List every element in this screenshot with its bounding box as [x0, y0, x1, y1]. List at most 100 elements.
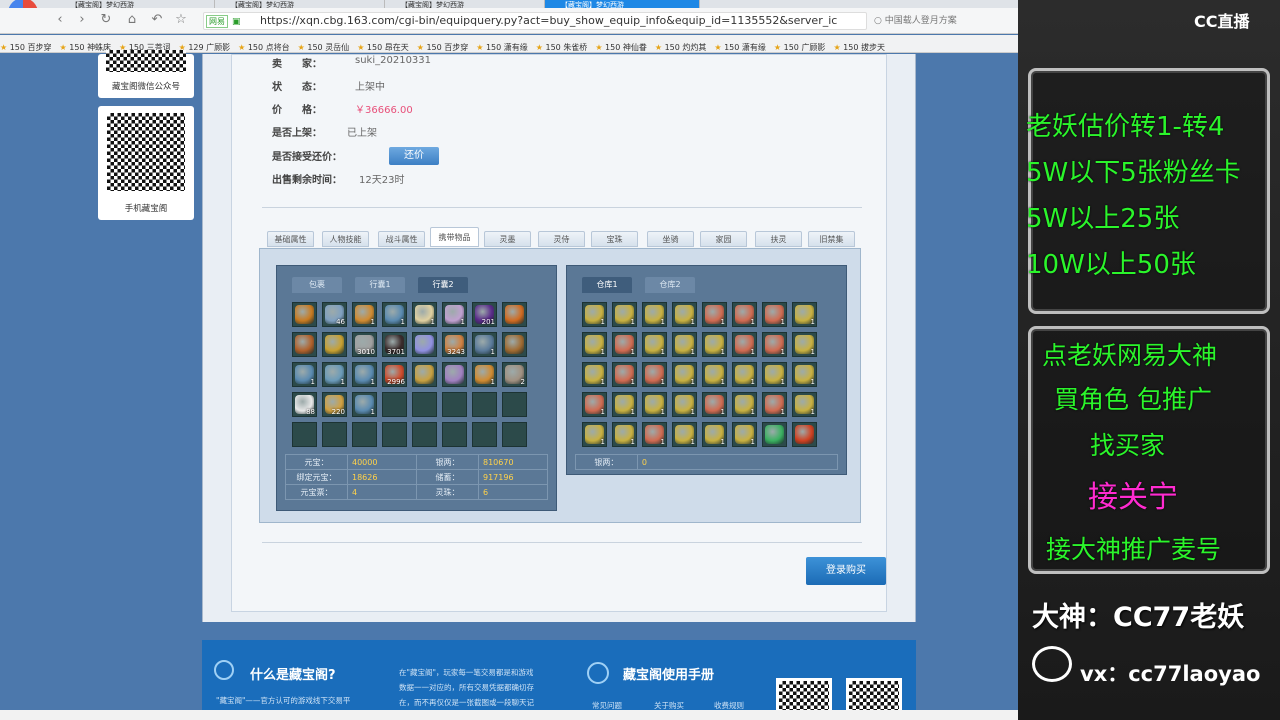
bag-slot[interactable]: 220	[322, 392, 347, 417]
forward-icon[interactable]: ›	[74, 12, 90, 28]
bookmark-item[interactable]: ★ 150 灼灼其	[655, 39, 707, 52]
warehouse-slot[interactable]: 1	[672, 422, 697, 447]
warehouse-slot[interactable]: 1	[702, 422, 727, 447]
bag-slot[interactable]: 88	[292, 392, 317, 417]
bookmark-item[interactable]: ★ 150 潇有缘	[714, 39, 766, 52]
bag-slot[interactable]	[412, 362, 437, 387]
tab-8[interactable]: 家园	[700, 231, 747, 247]
bag-slot[interactable]	[412, 392, 437, 417]
warehouse-slot[interactable]	[792, 422, 817, 447]
bookmark-item[interactable]: ★ 150 神蛛床	[60, 39, 112, 52]
bag-slot[interactable]	[442, 422, 467, 447]
browser-tab-active[interactable]: 【藏宝阁】梦幻西游	[545, 0, 700, 8]
bag-slot[interactable]: 3701	[382, 332, 407, 357]
bag-subtab[interactable]: 行囊1	[355, 277, 405, 293]
bag-slot[interactable]	[322, 332, 347, 357]
undo-icon[interactable]: ↶	[149, 12, 165, 28]
bag-slot[interactable]	[502, 332, 527, 357]
bag-slot[interactable]	[382, 392, 407, 417]
bookmark-item[interactable]: ★ 129 广顾影	[179, 39, 231, 52]
bag-slot[interactable]: 1	[292, 362, 317, 387]
url-input[interactable]: https://xqn.cbg.163.com/cgi-bin/equipque…	[203, 12, 867, 30]
bag-slot[interactable]: 201	[472, 302, 497, 327]
warehouse-slot[interactable]: 1	[732, 302, 757, 327]
bookmark-item[interactable]: ★ 150 神仙眷	[595, 39, 647, 52]
tab-7[interactable]: 坐骑	[647, 231, 694, 247]
bag-slot[interactable]	[322, 422, 347, 447]
bag-slot[interactable]	[382, 422, 407, 447]
warehouse-slot[interactable]: 1	[702, 302, 727, 327]
warehouse-slot[interactable]: 1	[792, 332, 817, 357]
home-icon[interactable]: ⌂	[124, 12, 140, 28]
reload-icon[interactable]: ↻	[98, 12, 114, 28]
bag-slot[interactable]	[292, 332, 317, 357]
bag-slot[interactable]	[502, 392, 527, 417]
warehouse-slot[interactable]: 1	[582, 302, 607, 327]
bag-slot[interactable]: 2996	[382, 362, 407, 387]
warehouse-slot[interactable]: 1	[672, 302, 697, 327]
bag-slot[interactable]: 1	[472, 362, 497, 387]
warehouse-slot[interactable]: 1	[732, 332, 757, 357]
tab-0[interactable]: 基础属性	[267, 231, 314, 247]
bag-slot[interactable]	[292, 302, 317, 327]
bag-slot[interactable]	[412, 422, 437, 447]
bag-slot[interactable]	[412, 332, 437, 357]
warehouse-slot[interactable]: 1	[612, 302, 637, 327]
bookmark-item[interactable]: ★ 150 广顾影	[774, 39, 826, 52]
warehouse-slot[interactable]: 1	[732, 422, 757, 447]
bag-slot[interactable]	[472, 422, 497, 447]
bargain-button[interactable]: 还价	[389, 147, 439, 165]
warehouse-slot[interactable]: 1	[762, 362, 787, 387]
browser-tab[interactable]: 【藏宝阁】梦幻西游	[385, 0, 545, 8]
bookmark-item[interactable]: ★ 150 拔步天	[833, 39, 885, 52]
warehouse-slot[interactable]: 1	[702, 362, 727, 387]
bag-slot[interactable]: 1	[352, 392, 377, 417]
tab-3[interactable]: 携带物品	[430, 227, 479, 247]
bag-slot[interactable]: 1	[442, 302, 467, 327]
login-buy-button[interactable]: 登录购买	[806, 557, 886, 585]
bag-slot[interactable]: 1	[352, 302, 377, 327]
bag-slot[interactable]: 1	[472, 332, 497, 357]
warehouse-slot[interactable]: 1	[582, 332, 607, 357]
warehouse-slot[interactable]: 1	[612, 392, 637, 417]
bag-slot[interactable]: 1	[322, 362, 347, 387]
warehouse-slot[interactable]: 1	[792, 392, 817, 417]
tab-10[interactable]: 旧禁集	[808, 231, 855, 247]
warehouse-slot[interactable]: 1	[642, 392, 667, 417]
warehouse-slot[interactable]: 1	[612, 332, 637, 357]
warehouse-slot[interactable]: 1	[642, 302, 667, 327]
bookmark-item[interactable]: ★ 150 百步穿	[0, 39, 52, 52]
bag-slot[interactable]	[292, 422, 317, 447]
warehouse-slot[interactable]	[762, 422, 787, 447]
bag-slot[interactable]: 3243	[442, 332, 467, 357]
warehouse-slot[interactable]: 1	[762, 392, 787, 417]
tab-5[interactable]: 灵侍	[538, 231, 585, 247]
warehouse-slot[interactable]: 1	[672, 362, 697, 387]
warehouse-slot[interactable]: 1	[642, 332, 667, 357]
warehouse-slot[interactable]: 1	[672, 392, 697, 417]
bag-slot[interactable]	[472, 392, 497, 417]
warehouse-slot[interactable]: 1	[582, 392, 607, 417]
bag-slot[interactable]	[352, 422, 377, 447]
bag-slot[interactable]	[502, 422, 527, 447]
browser-tab[interactable]: 【藏宝阁】梦幻西游	[215, 0, 385, 8]
warehouse-slot[interactable]: 1	[582, 422, 607, 447]
bag-subtab[interactable]: 行囊2	[418, 277, 468, 293]
warehouse-slot[interactable]: 1	[702, 392, 727, 417]
warehouse-slot[interactable]: 1	[672, 332, 697, 357]
bag-slot[interactable]: 3010	[352, 332, 377, 357]
back-icon[interactable]: ‹	[52, 12, 68, 28]
tab-6[interactable]: 宝珠	[591, 231, 638, 247]
warehouse-slot[interactable]: 1	[732, 362, 757, 387]
tab-9[interactable]: 扶灵	[755, 231, 802, 247]
star-icon[interactable]: ☆	[173, 12, 189, 28]
bookmark-item[interactable]: ★ 150 灵岳仙	[298, 39, 350, 52]
warehouse-slot[interactable]: 1	[792, 362, 817, 387]
warehouse-slot[interactable]: 1	[702, 332, 727, 357]
bookmark-item[interactable]: ★ 150 点将台	[238, 39, 290, 52]
warehouse-slot[interactable]: 1	[642, 362, 667, 387]
warehouse-slot[interactable]: 1	[762, 302, 787, 327]
tab-4[interactable]: 灵墨	[484, 231, 531, 247]
bag-slot[interactable]: 2	[502, 362, 527, 387]
bag-slot[interactable]	[502, 302, 527, 327]
